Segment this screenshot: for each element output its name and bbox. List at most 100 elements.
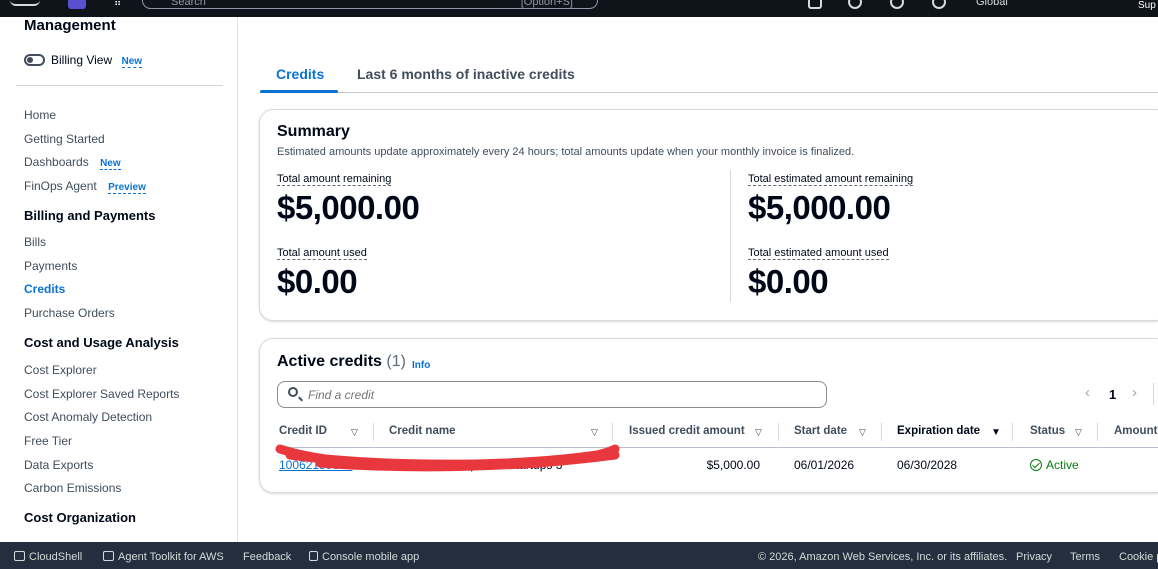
sidebar-item-cost-explorer[interactable]: Cost Explorer bbox=[24, 363, 97, 377]
console-mobile-label: Console mobile app bbox=[322, 551, 420, 563]
cloudshell-label: CloudShell bbox=[29, 551, 83, 563]
info-link[interactable]: Info bbox=[412, 360, 430, 371]
sidebar-item-label: FinOps Agent bbox=[24, 179, 97, 193]
previous-page-icon[interactable]: ‹ bbox=[1085, 384, 1090, 401]
column-header-issued-amount[interactable]: Issued credit amount bbox=[629, 425, 745, 437]
agent-toolkit-button[interactable]: Agent Toolkit for AWS bbox=[103, 551, 224, 563]
sidebar-item-home[interactable]: Home bbox=[24, 108, 56, 122]
credit-search-field[interactable] bbox=[277, 381, 827, 408]
toggle-knob bbox=[27, 57, 33, 63]
estimated-used-label[interactable]: Total estimated amount used bbox=[748, 247, 889, 260]
sidebar-divider bbox=[16, 85, 223, 86]
success-check-icon bbox=[1030, 459, 1042, 471]
agent-toolkit-label: Agent Toolkit for AWS bbox=[118, 551, 224, 563]
status-badge: Active bbox=[1030, 458, 1079, 472]
sort-icon[interactable]: ▽ bbox=[351, 427, 358, 438]
terms-link[interactable]: Terms bbox=[1070, 551, 1100, 563]
column-header-credit-name[interactable]: Credit name bbox=[389, 425, 455, 437]
billing-view-text: Billing View bbox=[51, 53, 113, 67]
copyright-text: © 2026, Amazon Web Services, Inc. or its… bbox=[758, 551, 1008, 563]
sort-icon[interactable]: ▽ bbox=[859, 427, 866, 438]
next-page-icon[interactable]: › bbox=[1132, 384, 1137, 401]
sidebar-item-payments[interactable]: Payments bbox=[24, 259, 77, 273]
sort-icon[interactable]: ▽ bbox=[755, 427, 762, 438]
app-icon[interactable] bbox=[68, 0, 86, 9]
search-placeholder: Search bbox=[171, 0, 206, 8]
page-number[interactable]: 1 bbox=[1109, 387, 1116, 402]
sidebar-item-bills[interactable]: Bills bbox=[24, 235, 46, 249]
cloudshell-icon[interactable] bbox=[808, 0, 822, 9]
sidebar-section-cost-usage[interactable]: Cost and Usage Analysis bbox=[24, 335, 179, 350]
new-badge[interactable]: New bbox=[121, 56, 143, 68]
summary-panel: Summary Estimated amounts update approxi… bbox=[259, 109, 1158, 321]
tab-inactive-credits[interactable]: Last 6 months of inactive credits bbox=[357, 66, 575, 82]
billing-view-toggle[interactable] bbox=[24, 54, 45, 66]
column-separator bbox=[1097, 423, 1098, 441]
sidebar-item-credits[interactable]: Credits bbox=[24, 282, 65, 296]
find-credit-input[interactable] bbox=[308, 386, 808, 403]
sidebar-item-label: Dashboards bbox=[24, 155, 89, 169]
credit-id-link[interactable]: 10062159852 bbox=[279, 458, 352, 472]
credit-name-cell: Activate - Hubspot for Startups 3 bbox=[389, 458, 563, 472]
sidebar-title: Management bbox=[24, 17, 116, 34]
total-remaining-value: $5,000.00 bbox=[277, 189, 420, 226]
billing-view-label: Billing View New bbox=[51, 53, 143, 68]
column-header-status[interactable]: Status bbox=[1030, 425, 1065, 437]
search-shortcut: [Option+S] bbox=[520, 0, 573, 8]
column-header-start-date[interactable]: Start date bbox=[794, 425, 847, 437]
cloudshell-icon bbox=[14, 551, 25, 561]
notifications-icon[interactable] bbox=[848, 0, 862, 9]
sidebar-item-free-tier[interactable]: Free Tier bbox=[24, 434, 72, 448]
sidebar-item-finops-agent[interactable]: FinOps Agent Preview bbox=[24, 179, 146, 194]
sidebar-section-billing-payments[interactable]: Billing and Payments bbox=[24, 208, 155, 223]
column-header-credit-id[interactable]: Credit ID bbox=[279, 425, 327, 437]
search-icon bbox=[288, 387, 298, 397]
status-text: Active bbox=[1046, 458, 1079, 472]
active-tab-indicator bbox=[260, 90, 338, 93]
table-header-divider bbox=[277, 447, 1158, 448]
feedback-link[interactable]: Feedback bbox=[243, 551, 291, 563]
console-mobile-app-link[interactable]: Console mobile app bbox=[309, 551, 419, 563]
tab-credits[interactable]: Credits bbox=[276, 66, 324, 82]
column-header-expiration-date[interactable]: Expiration date bbox=[897, 425, 980, 437]
services-grid-icon[interactable]: ⠿ bbox=[114, 0, 121, 9]
start-date-cell: 06/01/2026 bbox=[794, 458, 855, 472]
sort-descending-icon[interactable]: ▼ bbox=[991, 427, 1001, 438]
sidebar-item-carbon-emissions[interactable]: Carbon Emissions bbox=[24, 481, 121, 495]
cloudshell-button[interactable]: CloudShell bbox=[14, 551, 82, 563]
summary-description: Estimated amounts update approximately e… bbox=[277, 146, 855, 158]
global-search-input[interactable]: Search [Option+S] bbox=[142, 0, 598, 9]
total-used-label[interactable]: Total amount used bbox=[277, 247, 367, 260]
column-separator bbox=[373, 423, 374, 441]
sidebar-item-data-exports[interactable]: Data Exports bbox=[24, 458, 93, 472]
sort-icon[interactable]: ▽ bbox=[591, 427, 598, 438]
estimated-remaining-value: $5,000.00 bbox=[748, 189, 891, 226]
main-content: Credits Last 6 months of inactive credit… bbox=[238, 17, 1158, 542]
settings-icon[interactable] bbox=[932, 0, 946, 9]
estimated-remaining-label[interactable]: Total estimated amount remaining bbox=[748, 173, 914, 186]
active-credits-title: Active credits (1) bbox=[277, 353, 406, 371]
column-separator bbox=[1012, 423, 1013, 441]
sidebar-item-cost-explorer-saved-reports[interactable]: Cost Explorer Saved Reports bbox=[24, 387, 179, 401]
new-badge: New bbox=[100, 158, 121, 170]
cookie-preferences-link[interactable]: Cookie p bbox=[1119, 551, 1158, 563]
sidebar-item-purchase-orders[interactable]: Purchase Orders bbox=[24, 306, 115, 320]
help-icon[interactable] bbox=[890, 0, 904, 9]
issued-amount-cell: $5,000.00 bbox=[706, 458, 760, 472]
sidebar-item-dashboards[interactable]: Dashboards New bbox=[24, 155, 121, 170]
expiration-date-cell: 06/30/2028 bbox=[897, 458, 958, 472]
estimated-used-value: $0.00 bbox=[748, 263, 829, 300]
sort-icon[interactable]: ▽ bbox=[1075, 427, 1082, 438]
region-selector[interactable]: Global bbox=[976, 0, 1008, 8]
sidebar-item-getting-started[interactable]: Getting Started bbox=[24, 132, 105, 146]
total-used-value: $0.00 bbox=[277, 263, 358, 300]
support-menu[interactable]: Sup bbox=[1138, 0, 1156, 11]
privacy-link[interactable]: Privacy bbox=[1016, 551, 1052, 563]
toolkit-icon bbox=[103, 551, 114, 561]
sidebar-section-cost-organization[interactable]: Cost Organization bbox=[24, 510, 136, 525]
column-header-amount[interactable]: Amount bbox=[1114, 425, 1157, 437]
aws-logo[interactable] bbox=[10, 0, 40, 6]
sidebar-item-cost-anomaly-detection[interactable]: Cost Anomaly Detection bbox=[24, 410, 152, 424]
summary-title: Summary bbox=[277, 123, 350, 140]
total-remaining-label[interactable]: Total amount remaining bbox=[277, 173, 392, 186]
